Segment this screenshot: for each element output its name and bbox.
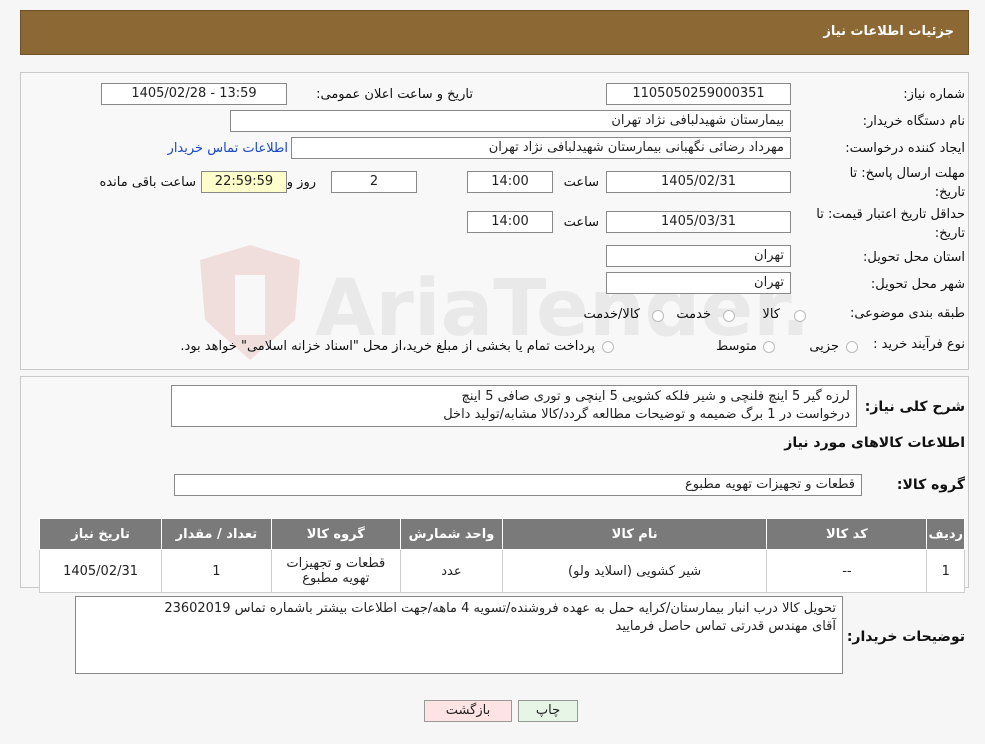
cell-unit: عدد: [399, 549, 503, 593]
table-row: 1 -- شیر کشویی (اسلاید ولو) عدد قطعات و …: [38, 549, 965, 593]
validity-time-field: 14:00: [467, 211, 553, 233]
cell-name: شیر کشویی (اسلاید ولو): [501, 549, 768, 593]
buyer-org-label: نام دستگاه خریدار:: [862, 114, 965, 129]
description-textarea[interactable]: لرزه گیر 5 اینچ فلنچی و شیر فلکه کشویی 5…: [171, 385, 857, 427]
goods-group-field: قطعات و تجهیزات تهویه مطبوع: [174, 474, 862, 496]
cell-date: 1405/02/31: [38, 549, 163, 593]
category-option-goods: کالا: [762, 307, 780, 322]
col-name: نام کالا: [501, 518, 768, 550]
city-field: تهران: [606, 272, 791, 294]
purchase-option-minor: جزیی: [809, 339, 839, 354]
buyer-contact-link[interactable]: اطلاعات تماس خریدار: [168, 141, 288, 156]
province-label: استان محل تحویل:: [863, 250, 965, 265]
col-unit: واحد شمارش: [399, 518, 503, 550]
description-line-1: لرزه گیر 5 اینچ فلنچی و شیر فلکه کشویی 5…: [461, 389, 851, 404]
deadline-time-field: 14:00: [467, 171, 553, 193]
announce-label: تاریخ و ساعت اعلان عمومی:: [316, 87, 473, 102]
goods-group-label: گروه کالا:: [896, 477, 965, 493]
remaining-label: ساعت باقی مانده: [99, 175, 196, 190]
validity-date-field: 1405/03/31: [606, 211, 791, 233]
purchase-option-medium: متوسط: [716, 339, 757, 354]
cell-code: --: [766, 549, 928, 593]
col-group: گروه کالا: [270, 518, 401, 550]
cell-row: 1: [926, 549, 965, 593]
treasury-checkbox[interactable]: [602, 341, 614, 353]
cell-group: قطعات و تجهیزات تهویه مطبوع: [270, 549, 401, 593]
deadline-label: مهلت ارسال پاسخ: تا: [849, 166, 965, 181]
validity-label: حداقل تاریخ اعتبار قیمت: تا: [816, 207, 965, 222]
page-header: جزئیات اطلاعات نیاز: [20, 10, 969, 55]
buyer-notes-line-1: تحویل کالا درب انبار بیمارستان/کرایه حمل…: [164, 601, 836, 616]
buyer-notes-label: توضیحات خریدار:: [846, 629, 965, 645]
days-label: روز و: [286, 175, 316, 190]
category-option-goods-service: کالا/خدمت: [583, 307, 640, 322]
deadline-time-label: ساعت: [563, 175, 599, 190]
category-radio-goods[interactable]: [794, 310, 806, 322]
deadline-date-field: 1405/02/31: [606, 171, 791, 193]
goods-table-wrapper: ردیف کد کالا نام کالا واحد شمارش گروه کا…: [38, 518, 965, 593]
print-button[interactable]: چاپ: [518, 700, 578, 722]
deadline-label-date: تاریخ:: [934, 185, 965, 200]
buyer-notes-line-2: آقای مهندس قدرتی تماس حاصل فرمایید: [615, 619, 837, 634]
cell-qty: 1: [161, 549, 272, 593]
purchase-radio-medium[interactable]: [763, 341, 775, 353]
col-qty: تعداد / مقدار: [161, 518, 272, 550]
table-header-row: ردیف کد کالا نام کالا واحد شمارش گروه کا…: [38, 518, 965, 550]
need-no-label: شماره نیاز:: [903, 87, 965, 102]
city-label: شهر محل تحویل:: [870, 277, 965, 292]
buyer-org-field: بیمارستان شهیدلبافی نژاد تهران: [230, 110, 791, 132]
page-title: جزئیات اطلاعات نیاز: [823, 24, 954, 39]
col-date: تاریخ نیاز: [38, 518, 163, 550]
category-option-service: خدمت: [676, 307, 711, 322]
remaining-time-field: 22:59:59: [201, 171, 287, 193]
back-button[interactable]: بازگشت: [424, 700, 512, 722]
validity-label-date: تاریخ:: [934, 226, 965, 241]
purchase-note: پرداخت تمام یا بخشی از مبلغ خرید،از محل …: [180, 339, 595, 354]
purchase-type-label: نوع فرآیند خرید :: [873, 337, 965, 352]
creator-field: مهرداد رضائی نگهبانی بیمارستان شهیدلبافی…: [291, 137, 791, 159]
goods-section-title: اطلاعات کالاهای مورد نیاز: [784, 435, 965, 451]
validity-time-label: ساعت: [563, 215, 599, 230]
category-label: طبقه بندی موضوعی:: [849, 306, 965, 321]
col-row: ردیف: [926, 518, 965, 550]
province-field: تهران: [606, 245, 791, 267]
need-no-field: 1105050259000351: [606, 83, 791, 105]
announce-field: 1405/02/28 - 13:59: [101, 83, 287, 105]
creator-label: ایجاد کننده درخواست:: [845, 141, 965, 156]
description-label: شرح کلی نیاز:: [864, 399, 965, 415]
col-code: کد کالا: [766, 518, 928, 550]
description-line-2: درخواست در 1 برگ ضمیمه و توضیحات مطالعه …: [443, 407, 850, 422]
goods-table: ردیف کد کالا نام کالا واحد شمارش گروه کا…: [38, 518, 965, 593]
purchase-radio-minor[interactable]: [846, 341, 858, 353]
category-radio-service[interactable]: [723, 310, 735, 322]
category-radio-goods-service[interactable]: [652, 310, 664, 322]
days-field: 2: [331, 171, 417, 193]
buyer-notes-textarea[interactable]: تحویل کالا درب انبار بیمارستان/کرایه حمل…: [75, 596, 843, 674]
